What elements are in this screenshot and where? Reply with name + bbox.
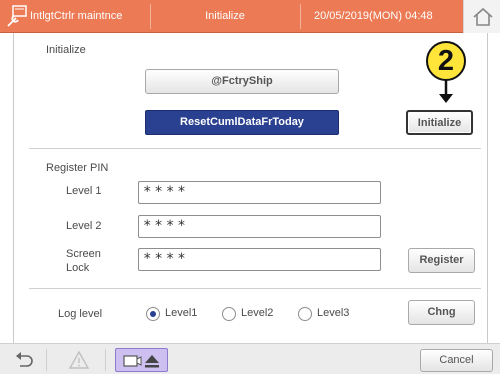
register-button[interactable]: Register: [408, 248, 475, 273]
level2-radio-label[interactable]: Level2: [241, 307, 273, 319]
screen-lock-label-line1: Screen: [66, 248, 101, 260]
level1-radio[interactable]: [146, 307, 160, 321]
initialize-button[interactable]: Initialize: [406, 110, 473, 135]
warning-icon: [68, 350, 90, 370]
footer-separator: [105, 349, 106, 371]
level2-pin-field[interactable]: ****: [138, 215, 381, 238]
level1-pin-field[interactable]: ****: [138, 181, 381, 204]
change-button[interactable]: Chng: [408, 300, 475, 325]
media-eject-button[interactable]: [115, 348, 168, 372]
level1-label: Level 1: [66, 185, 102, 197]
footer-separator: [46, 349, 47, 371]
screen-lock-pin-field[interactable]: ****: [138, 248, 381, 271]
log-level-label: Log level: [58, 308, 103, 320]
level3-radio[interactable]: [298, 307, 312, 321]
level2-radio[interactable]: [222, 307, 236, 321]
back-button[interactable]: [8, 348, 40, 372]
reset-cumulative-data-button[interactable]: ResetCumlDataFrToday: [145, 110, 339, 135]
section-divider: [29, 288, 481, 289]
header-separator: [300, 4, 301, 29]
screen-lock-label-line2: Lock: [66, 262, 90, 274]
app-title: IntlgtCtrlr maintnce: [30, 10, 123, 22]
register-pin-section-label: Register PIN: [46, 162, 109, 174]
screen-title: Initialize: [205, 10, 245, 22]
datetime: 20/05/2019(MON) 04:48: [314, 10, 433, 22]
warning-button[interactable]: [64, 348, 96, 372]
callout-number-badge: 2: [426, 41, 466, 81]
factory-ship-button[interactable]: @FctryShip: [145, 69, 339, 94]
level1-radio-label[interactable]: Level1: [165, 307, 197, 319]
home-icon: [472, 6, 494, 28]
maintenance-logo-icon: [6, 4, 28, 28]
callout-pointer-icon: [436, 80, 456, 104]
section-divider: [29, 148, 481, 149]
level3-radio-label[interactable]: Level3: [317, 307, 349, 319]
level2-label: Level 2: [66, 220, 102, 232]
media-eject-icon: [123, 352, 161, 370]
footer-bar: Cancel: [0, 343, 500, 374]
initialize-section-label: Initialize: [46, 44, 86, 56]
cancel-button[interactable]: Cancel: [420, 349, 493, 372]
back-arrow-icon: [13, 350, 35, 370]
title-bar: IntlgtCtrlr maintnce Initialize 20/05/20…: [0, 0, 500, 33]
home-button[interactable]: [463, 0, 500, 33]
